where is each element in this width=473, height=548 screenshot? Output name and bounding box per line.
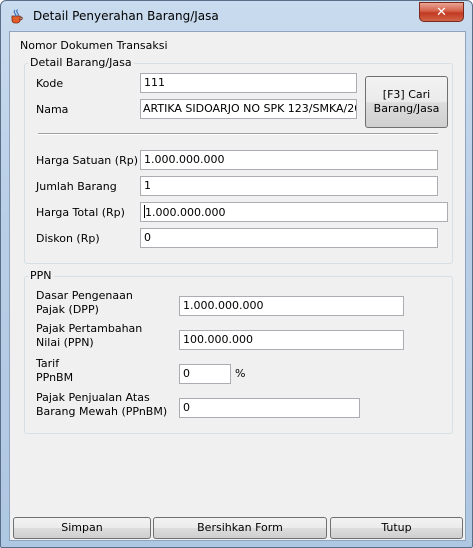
window-close-button[interactable]: ✕ [419,2,464,22]
dpp-label-line1: Dasar Pengenaan [36,289,133,302]
kode-field[interactable]: 111 [140,73,357,93]
divider [38,133,438,135]
dpp-field[interactable]: 1.000.000.000 [179,296,404,316]
diskon-field[interactable]: 0 [140,228,438,248]
nama-field[interactable]: ARTIKA SIDOARJO NO SPK 123/SMKA/2015 [140,99,357,119]
harga-satuan-field[interactable]: 1.000.000.000 [140,150,438,170]
search-item-button-label: [F3] Cari Barang/Jasa [373,88,440,115]
dialog-window: Detail Penyerahan Barang/Jasa ✕ Nomor Do… [0,0,473,548]
detail-group-title: Detail Barang/Jasa [28,56,134,69]
ppnbm-label-line2: Barang Mewah (PPnBM) [36,405,168,418]
dialog-content: Nomor Dokumen Transaksi Detail Barang/Ja… [9,31,466,541]
clear-form-button-label: Bersihkan Form [197,521,283,534]
harga-total-label: Harga Total (Rp) [36,206,125,219]
ppn-label-line1: Pajak Pertambahan [36,322,143,335]
close-button-label: Tutup [381,521,412,534]
jumlah-barang-field[interactable]: 1 [140,176,438,196]
ppn-label-line2: Nilai (PPN) [36,336,94,349]
ppn-field[interactable]: 100.000.000 [179,330,404,350]
title-bar[interactable]: Detail Penyerahan Barang/Jasa ✕ [1,1,472,31]
harga-total-value: 1.000.000.000 [145,206,226,219]
clear-form-button[interactable]: Bersihkan Form [153,517,327,539]
close-icon: ✕ [436,4,447,20]
save-button-label: Simpan [61,521,103,534]
tarif-ppnbm-field[interactable]: 0 [179,364,231,384]
save-button[interactable]: Simpan [13,517,151,539]
harga-satuan-label: Harga Satuan (Rp) [36,154,138,167]
dpp-label-line2: Pajak (DPP) [36,303,99,316]
close-button[interactable]: Tutup [330,517,463,539]
jumlah-barang-label: Jumlah Barang [36,180,117,193]
java-cup-icon [9,8,25,24]
tarif-label-line2: PPnBM [36,371,74,384]
percent-unit: % [235,367,246,380]
search-item-button[interactable]: [F3] Cari Barang/Jasa [365,76,448,128]
nama-label: Nama [36,103,69,116]
harga-total-field[interactable]: 1.000.000.000 [140,202,448,222]
kode-label: Kode [36,77,64,90]
ppnbm-label-line1: Pajak Penjualan Atas [36,391,150,404]
tarif-label-line1: Tarif [36,357,60,370]
doc-number-label: Nomor Dokumen Transaksi [20,39,168,52]
ppn-group-title: PPN [28,269,54,282]
window-title: Detail Penyerahan Barang/Jasa [33,9,219,23]
ppnbm-field[interactable]: 0 [179,398,360,418]
diskon-label: Diskon (Rp) [36,232,100,245]
